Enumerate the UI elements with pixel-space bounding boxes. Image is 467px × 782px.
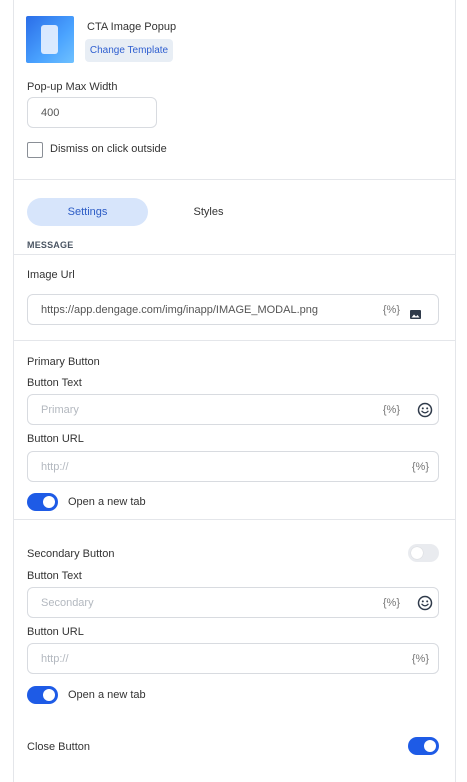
emoji-icon[interactable]	[417, 595, 433, 611]
secondary-button-toggle[interactable]	[408, 544, 439, 562]
emoji-icon[interactable]	[417, 402, 433, 418]
phone-icon	[41, 25, 58, 54]
secondary-button-url-label: Button URL	[27, 626, 84, 638]
primary-button-text-input[interactable]: Primary {%}	[27, 394, 439, 425]
template-name: CTA Image Popup	[87, 21, 177, 33]
divider	[14, 254, 455, 255]
tab-settings[interactable]: Settings	[27, 198, 148, 226]
tab-styles[interactable]: Styles	[148, 198, 269, 226]
image-icon[interactable]	[410, 306, 421, 319]
primary-button-url-label: Button URL	[27, 433, 84, 445]
secondary-button-text-input[interactable]: Secondary {%}	[27, 587, 439, 618]
secondary-button-text-label: Button Text	[27, 570, 82, 582]
variable-token-button[interactable]: {%}	[412, 461, 429, 473]
popup-max-width-input[interactable]: 400	[27, 97, 157, 128]
secondary-button-text-placeholder: Secondary	[41, 596, 94, 609]
settings-panel: CTA Image Popup Change Template Pop-up M…	[13, 0, 456, 782]
variable-token-button[interactable]: {%}	[383, 304, 400, 316]
variable-token-button[interactable]: {%}	[383, 597, 400, 609]
popup-max-width-label: Pop-up Max Width	[27, 81, 118, 93]
dismiss-checkbox[interactable]	[27, 142, 43, 158]
primary-button-url-placeholder: http://	[41, 460, 69, 473]
close-button-toggle[interactable]	[408, 737, 439, 755]
image-url-value: https://app.dengage.com/img/inapp/IMAGE_…	[41, 303, 318, 316]
image-url-label: Image Url	[27, 269, 75, 281]
dismiss-label: Dismiss on click outside	[50, 143, 167, 155]
divider	[14, 179, 455, 180]
message-heading: MESSAGE	[27, 240, 74, 250]
primary-open-new-tab-toggle[interactable]	[27, 493, 58, 511]
primary-open-new-tab-label: Open a new tab	[68, 496, 146, 508]
template-thumbnail	[26, 16, 74, 63]
secondary-button-url-placeholder: http://	[41, 652, 69, 665]
close-button-label: Close Button	[27, 741, 90, 753]
image-url-input[interactable]: https://app.dengage.com/img/inapp/IMAGE_…	[27, 294, 439, 325]
secondary-open-new-tab-toggle[interactable]	[27, 686, 58, 704]
secondary-open-new-tab-label: Open a new tab	[68, 689, 146, 701]
primary-button-text-placeholder: Primary	[41, 403, 79, 416]
primary-button-url-input[interactable]: http:// {%}	[27, 451, 439, 482]
popup-max-width-value: 400	[41, 106, 60, 119]
variable-token-button[interactable]: {%}	[383, 404, 400, 416]
variable-token-button[interactable]: {%}	[412, 653, 429, 665]
secondary-button-section-label: Secondary Button	[27, 548, 115, 560]
change-template-button[interactable]: Change Template	[85, 39, 173, 62]
divider	[14, 519, 455, 520]
primary-button-text-label: Button Text	[27, 377, 82, 389]
primary-button-section-label: Primary Button	[27, 356, 100, 368]
secondary-button-url-input[interactable]: http:// {%}	[27, 643, 439, 674]
divider	[14, 340, 455, 341]
